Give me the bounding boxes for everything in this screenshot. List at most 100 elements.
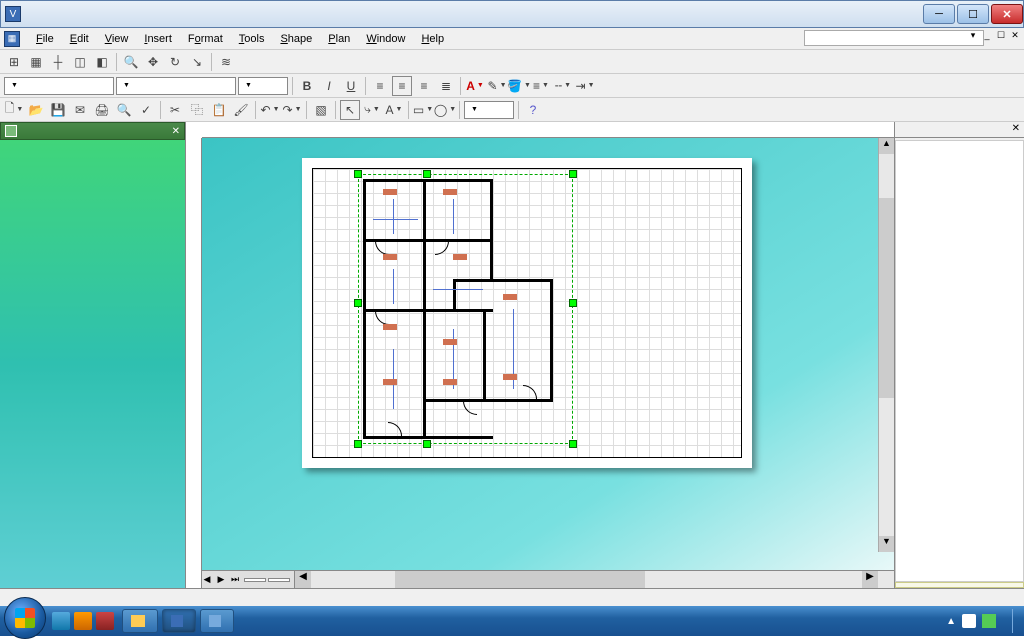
glue-icon[interactable]: ◧ [92, 52, 112, 72]
italic-button[interactable]: I [319, 76, 339, 96]
shapes-panel-close[interactable]: ✕ [172, 126, 180, 137]
ie-icon[interactable] [52, 612, 70, 630]
menu-window[interactable]: Window [358, 31, 413, 47]
shapes-panel-header[interactable]: ✕ [0, 122, 185, 140]
firefox-icon[interactable] [96, 612, 114, 630]
paste-button[interactable]: 📋 [209, 100, 229, 120]
line-color-button[interactable]: ✎▼ [487, 76, 507, 96]
text-tool-button[interactable]: A▼ [384, 100, 404, 120]
align-justify-button[interactable]: ≣ [436, 76, 456, 96]
floor-plan-selection[interactable] [363, 179, 513, 439]
size-position-header[interactable]: ✕ [895, 122, 1024, 138]
show-desktop-button[interactable] [1012, 609, 1020, 633]
grid-icon[interactable]: ▦ [26, 52, 46, 72]
show-desktop-tooltip [895, 582, 1024, 588]
menu-insert[interactable]: Insert [136, 31, 180, 47]
connector-icon[interactable]: ↘ [187, 52, 207, 72]
page-nav-prev[interactable]: ◀ [200, 574, 214, 585]
media-player-icon[interactable] [74, 612, 92, 630]
zoom-select[interactable]: ▼ [464, 101, 514, 119]
vertical-scrollbar[interactable]: ▲ ▼ [878, 138, 894, 552]
menu-bar: ▦ File Edit View Insert Format Tools Sha… [0, 28, 1024, 50]
start-button[interactable] [4, 597, 46, 639]
horizontal-scrollbar[interactable]: ◀ ▶ [294, 571, 894, 588]
undo-button[interactable]: ↶▼ [260, 100, 280, 120]
copy-button[interactable]: ⿻ [187, 100, 207, 120]
ellipse-tool-button[interactable]: ◯▼ [435, 100, 455, 120]
print-preview-button[interactable]: 🔍 [114, 100, 134, 120]
mdi-maximize[interactable]: ☐ [994, 30, 1008, 41]
status-bar [0, 588, 1024, 606]
menu-format[interactable]: Format [180, 31, 231, 47]
open-button[interactable]: 📂 [26, 100, 46, 120]
shapes-grid [0, 140, 185, 588]
drawing-canvas[interactable]: ▲ ▼ [202, 138, 894, 570]
page-nav-next[interactable]: ▶ [214, 574, 228, 585]
paint-icon [209, 615, 221, 627]
line-ends-button[interactable]: ⇥▼ [575, 76, 595, 96]
help-button[interactable]: ? [523, 100, 543, 120]
rotate-icon[interactable]: ↻ [165, 52, 185, 72]
menu-view[interactable]: View [97, 31, 137, 47]
spelling-button[interactable]: ✓ [136, 100, 156, 120]
taskbar-item-visio[interactable] [162, 609, 196, 633]
new-button[interactable]: 🗋▼ [4, 100, 24, 120]
drawing-page [302, 158, 752, 468]
email-button[interactable]: ✉ [70, 100, 90, 120]
tray-icon-2[interactable] [982, 614, 996, 628]
mdi-close[interactable]: ✕ [1008, 30, 1022, 41]
menu-tools[interactable]: Tools [231, 31, 273, 47]
taskbar-item-paint[interactable] [200, 609, 234, 633]
save-button[interactable]: 💾 [48, 100, 68, 120]
pan-icon[interactable]: ✥ [143, 52, 163, 72]
font-select[interactable]: ▼ [116, 77, 236, 95]
align-center-button[interactable]: ≡ [392, 76, 412, 96]
font-color-button[interactable]: A▼ [465, 76, 485, 96]
visio-icon [171, 615, 183, 627]
font-size-select[interactable]: ▼ [238, 77, 288, 95]
zoom-in-icon[interactable]: 🔍 [121, 52, 141, 72]
fill-color-button[interactable]: 🪣▼ [509, 76, 529, 96]
menu-file[interactable]: File [28, 31, 62, 47]
snap-icon[interactable]: ◫ [70, 52, 90, 72]
pointer-tool-button[interactable]: ↖ [340, 100, 360, 120]
menu-help[interactable]: Help [413, 31, 452, 47]
shapes-panel: ✕ [0, 122, 186, 588]
underline-button[interactable]: U [341, 76, 361, 96]
menu-plan[interactable]: Plan [320, 31, 358, 47]
close-button[interactable]: ✕ [991, 4, 1023, 24]
tray-icon-1[interactable] [962, 614, 976, 628]
menu-edit[interactable]: Edit [62, 31, 97, 47]
guides-icon[interactable]: ┼ [48, 52, 68, 72]
mdi-window-buttons: ▾ _ ☐ ✕ [966, 30, 1022, 41]
shapes-window-button[interactable]: ▧ [311, 100, 331, 120]
page-tab-2[interactable] [268, 578, 290, 582]
line-weight-button[interactable]: ≡▼ [531, 76, 551, 96]
layers-icon[interactable]: ≋ [216, 52, 236, 72]
ruler-icon[interactable]: ⊞ [4, 52, 24, 72]
taskbar-item-folder[interactable] [122, 609, 158, 633]
rectangle-tool-button[interactable]: ▭▼ [413, 100, 433, 120]
tray-expand-icon[interactable]: ▲ [946, 616, 956, 627]
size-position-close[interactable]: ✕ [1012, 123, 1020, 136]
cut-button[interactable]: ✂ [165, 100, 185, 120]
line-pattern-button[interactable]: ╌▼ [553, 76, 573, 96]
page-nav-last[interactable]: ⏭ [228, 574, 242, 585]
mdi-restore[interactable]: _ [980, 30, 994, 41]
redo-button[interactable]: ↷▼ [282, 100, 302, 120]
menu-shape[interactable]: Shape [272, 31, 320, 47]
connector-tool-button[interactable]: ⤷▼ [362, 100, 382, 120]
page-tab-1[interactable] [244, 578, 266, 582]
size-position-panel: ✕ [894, 122, 1024, 588]
bold-button[interactable]: B [297, 76, 317, 96]
align-left-button[interactable]: ≡ [370, 76, 390, 96]
mdi-minimize[interactable]: ▾ [966, 30, 980, 41]
minimize-button[interactable]: ─ [923, 4, 955, 24]
print-button[interactable]: 🖨 [92, 100, 112, 120]
plan-toolbar: ⊞ ▦ ┼ ◫ ◧ 🔍 ✥ ↻ ↘ ≋ [0, 50, 1024, 74]
help-search-input[interactable] [804, 30, 984, 46]
align-right-button[interactable]: ≡ [414, 76, 434, 96]
maximize-button[interactable]: ☐ [957, 4, 989, 24]
format-painter-button[interactable]: 🖌 [231, 100, 251, 120]
style-select[interactable]: ▼ [4, 77, 114, 95]
